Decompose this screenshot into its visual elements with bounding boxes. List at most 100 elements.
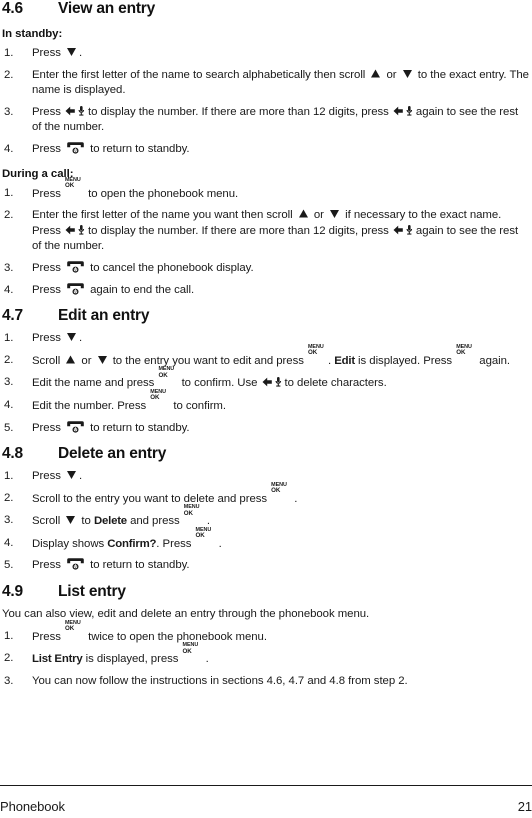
page-footer: Phonebook 21 [0, 799, 532, 814]
step-marker: 2. [4, 491, 14, 504]
step-marker: 4. [4, 536, 14, 549]
step-marker: 4. [4, 142, 14, 155]
step-list: 1. Press MENU OK to open the phonebook men… [2, 177, 530, 299]
step-text: You can now follow the instructions in s… [32, 674, 408, 687]
triangle-down-icon [402, 68, 413, 79]
step-text: Enter the first letter of the name to se… [32, 68, 369, 81]
step-marker: 2. [4, 68, 14, 81]
step-marker: 1. [4, 470, 14, 483]
step-text: to return to standby. [86, 421, 190, 434]
step-item: 4. Display shows Confirm?. Press MENU OK . [2, 527, 530, 553]
step-text: Press [32, 142, 64, 155]
ok-label: OK [182, 647, 192, 655]
step-list: 1. Press . 2. Enter the first letter of the… [2, 40, 530, 158]
step-text: is displayed, press [82, 653, 182, 666]
step-marker: 1. [4, 186, 14, 199]
step-marker: 3. [4, 376, 14, 389]
step-item: 3. Press to cancel the phonebook display. [2, 255, 530, 277]
step-marker: 2. [4, 652, 14, 665]
end-call-key-icon [66, 420, 85, 434]
group-label: In standby: [2, 28, 63, 40]
step-text: Press [32, 421, 64, 434]
step-item: 5. Press to return to standby. [2, 415, 530, 437]
step-text: Press [32, 470, 64, 483]
step-text: Edit the number. Press [32, 399, 150, 412]
step-text: Enter the first letter of the name you w… [32, 209, 296, 222]
triangle-down-icon [329, 208, 340, 219]
step-text: or [383, 68, 400, 81]
step-text: twice to open the phonebook menu. [84, 630, 267, 643]
step-marker: 1. [4, 332, 14, 345]
step-text: Press [32, 261, 64, 274]
step-text: or [310, 209, 328, 222]
footer-page-number: 21 [517, 799, 532, 814]
step-text: . [202, 653, 209, 666]
step-text: to open the phonebook menu. [84, 187, 239, 200]
section-heading-4-7: 4.7 Edit an entry [2, 298, 530, 325]
step-text: to return to standby. [86, 142, 190, 155]
step-text: Press [32, 559, 64, 572]
group-label: During a call: [2, 167, 74, 180]
step-text: to confirm. [170, 399, 226, 412]
menu-ok-key-icon: MENU OK [308, 344, 327, 365]
step-item: 3. Scroll to Delete and press MENU OK . [2, 505, 530, 530]
step-text: Press [32, 105, 64, 118]
step-marker: 5. [4, 559, 14, 572]
step-text: Press [32, 630, 64, 643]
section-number: 4.6 [2, 0, 23, 17]
step-text: . [291, 492, 298, 505]
step-marker: 4. [4, 283, 14, 296]
step-text: to display the number. If there are more… [87, 105, 392, 118]
step-item: 5. Press to return to standby. [2, 552, 530, 574]
step-text: . Press [156, 537, 195, 550]
step-list: 1. Press . 2. Scroll to the entry you want … [2, 463, 530, 574]
step-text: again. [476, 354, 511, 367]
step-marker: 1. [4, 47, 14, 59]
step-item: 4. Edit the number. Press MENU OK to confi… [2, 389, 530, 415]
step-marker: 2. [4, 353, 14, 366]
manual-page: 4.6 View an entry In standby: 1. Press . 2. En… [0, 0, 532, 818]
step-marker: 3. [4, 105, 14, 118]
step-text: Edit the name and press [32, 377, 158, 390]
step-text: . [78, 332, 83, 345]
back-mute-key-icon [65, 224, 86, 236]
step-item: 4. Press to return to standby. [2, 136, 530, 158]
section-number: 4.9 [2, 583, 23, 601]
step-item: 1. Press MENU OK twice to open the phonebo… [2, 620, 530, 646]
step-text: Press [32, 283, 64, 296]
step-item: 2. Scroll to the entry you want to delete… [2, 482, 530, 508]
ok-label: OK [64, 625, 75, 633]
section-number: 4.8 [2, 445, 23, 463]
page-content: 4.6 View an entry In standby: 1. Press . 2. En… [0, 0, 532, 689]
back-mute-key-icon [262, 376, 283, 388]
ok-label: OK [64, 182, 75, 190]
triangle-down-icon [97, 354, 108, 365]
display-term: Delete [93, 515, 127, 528]
step-text: Scroll [32, 354, 64, 367]
triangle-down-icon [65, 514, 76, 525]
step-item: 2. List Entry is displayed, press MENU OK … [2, 643, 530, 668]
triangle-down-icon [66, 469, 77, 480]
menu-ok-key-icon: MENU OK [184, 505, 203, 525]
step-item: 1. Press MENU OK to open the phonebook men… [2, 177, 530, 203]
menu-ok-key-icon: MENU OK [64, 620, 84, 641]
end-call-key-icon [66, 558, 85, 571]
step-text: . [78, 47, 83, 59]
step-text: to return to standby. [86, 559, 190, 572]
step-text: to confirm. Use [178, 377, 261, 390]
step-text: Press [32, 332, 64, 345]
menu-ok-key-icon: MENU OK [271, 482, 290, 503]
step-text: or [78, 354, 95, 367]
step-item: 1. Press . [2, 463, 530, 485]
step-text: Press [32, 47, 64, 59]
ok-label: OK [271, 487, 281, 495]
ok-label: OK [195, 532, 205, 540]
step-text: . [203, 515, 210, 528]
step-marker: 3. [4, 514, 14, 527]
back-mute-key-icon [393, 105, 414, 117]
section-heading-4-8: 4.8 Delete an entry [2, 436, 530, 463]
ok-label: OK [150, 394, 160, 402]
back-mute-key-icon [393, 224, 414, 236]
section-number: 4.7 [2, 307, 23, 325]
ok-label: OK [158, 371, 168, 379]
